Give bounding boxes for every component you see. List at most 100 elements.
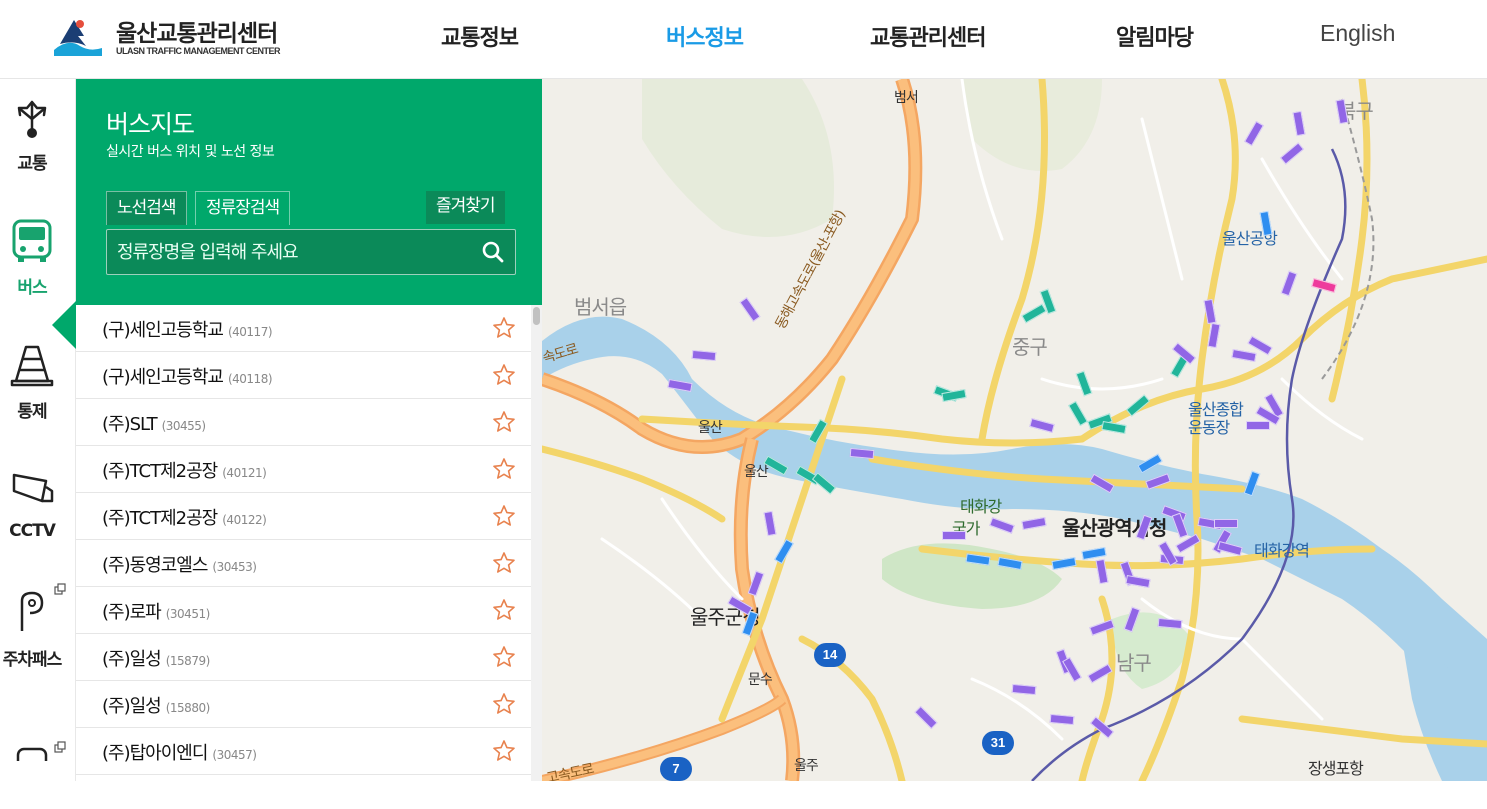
stop-id: (40122) xyxy=(222,513,267,527)
site-logo[interactable]: 울산교통관리센터 ULASN TRAFFIC MANAGEMENT CENTER xyxy=(50,12,310,68)
left-icon-bar: 교통 버스 통제 CCTV 주차패스 xyxy=(0,79,78,781)
logo-icon xyxy=(54,20,102,56)
parking-pass-icon xyxy=(20,591,44,631)
leftbar-label-traffic: 교통 xyxy=(17,154,47,174)
leftbar-item-traffic[interactable]: 교통 xyxy=(0,79,76,189)
nav-traffic-info[interactable]: 교통정보 xyxy=(441,20,519,52)
map-label-ulsan: 울산 xyxy=(698,420,723,436)
star-icon[interactable] xyxy=(492,739,516,763)
list-item[interactable]: (주)TCT제2공장 (40121) xyxy=(76,446,532,493)
stop-name: (구)세인고등학교 xyxy=(102,320,224,341)
top-header: 울산교통관리센터 ULASN TRAFFIC MANAGEMENT CENTER… xyxy=(0,0,1487,79)
star-icon[interactable] xyxy=(492,457,516,481)
stop-name: (주)일성 xyxy=(102,696,162,717)
bus-marker[interactable] xyxy=(1246,421,1270,430)
star-icon[interactable] xyxy=(492,504,516,528)
nav-notice[interactable]: 알림마당 xyxy=(1116,20,1194,52)
list-item[interactable]: (주)탑아이엔디 (30457) xyxy=(76,728,532,775)
bus-marker[interactable] xyxy=(942,531,966,540)
list-item[interactable]: (주)일성 (15880) xyxy=(76,681,532,728)
star-icon[interactable] xyxy=(492,598,516,622)
tab-stop-search[interactable]: 정류장검색 xyxy=(195,191,291,225)
external-link-icon xyxy=(54,583,66,595)
scrollbar-thumb[interactable] xyxy=(533,307,540,325)
list-item[interactable]: (주)일성 (15879) xyxy=(76,634,532,681)
stop-id: (15880) xyxy=(165,701,211,715)
stop-name: (주)동영코엘스 xyxy=(102,555,208,576)
list-item[interactable]: (주)로파 (30451) xyxy=(76,587,532,634)
leftbar-item-bus[interactable]: 버스 xyxy=(0,203,76,313)
stop-name: (주)TCT제2공장 xyxy=(102,508,218,529)
stop-name: (구)세인고등학교 xyxy=(102,367,224,388)
list-item[interactable]: (구)세인고등학교 (40118) xyxy=(76,352,532,399)
active-indicator-arrow xyxy=(52,299,78,351)
leftbar-label-parking-pass: 주차패스 xyxy=(2,650,63,670)
bus-icon xyxy=(12,219,52,262)
route-shield-7: 7 xyxy=(660,757,692,781)
star-icon[interactable] xyxy=(492,316,516,340)
map-label-sports-complex: 울산종합 운동장 xyxy=(1188,400,1244,437)
star-icon[interactable] xyxy=(492,363,516,387)
logo-title: 울산교통관리센터 xyxy=(116,21,278,47)
stop-id: (30451) xyxy=(165,607,211,621)
route-shield-31: 31 xyxy=(982,731,1014,755)
stop-id: (30457) xyxy=(212,748,257,762)
directions-icon xyxy=(17,100,47,138)
star-icon[interactable] xyxy=(492,645,516,669)
panel-title: 버스지도 xyxy=(106,110,195,139)
map-label-jangsaengpo: 장생포항 xyxy=(1308,759,1364,778)
star-icon[interactable] xyxy=(492,410,516,434)
stop-list-scrollbar[interactable] xyxy=(531,305,542,781)
leftbar-label-bus: 버스 xyxy=(17,278,47,298)
nav-traffic-center[interactable]: 교통관리센터 xyxy=(870,20,986,52)
stop-list: (구)세인고등학교 (40117) (구)세인고등학교 (40118) (주)SLT… xyxy=(76,305,542,781)
leftbar-label-control: 통제 xyxy=(17,402,47,422)
stop-id: (40117) xyxy=(227,325,273,339)
stop-id: (15879) xyxy=(165,654,211,668)
leftbar-label-cctv: CCTV xyxy=(9,521,56,541)
map-base xyxy=(542,79,1487,781)
logo-subtitle: ULASN TRAFFIC MANAGEMENT CENTER xyxy=(116,46,281,56)
star-icon[interactable] xyxy=(492,551,516,575)
leftbar-item-extra[interactable] xyxy=(0,699,76,809)
bus-map[interactable]: 범서 범서읍 중구 울산공항 북구 울산 울산 태화강 국가 울산광역시청 울산… xyxy=(542,79,1487,781)
map-label-munsu: 문수 xyxy=(748,672,773,688)
list-item[interactable]: (주)TCT제2공장 (40122) xyxy=(76,493,532,540)
map-label-namgu: 남구 xyxy=(1116,651,1152,675)
stop-id: (40118) xyxy=(227,372,273,386)
nav-bus-info[interactable]: 버스정보 xyxy=(666,20,744,52)
stop-name: (주)일성 xyxy=(102,649,162,670)
traffic-cone-icon xyxy=(10,345,54,387)
map-label-junggu: 중구 xyxy=(1012,335,1048,359)
favorites-button[interactable]: 즐겨찾기 xyxy=(426,191,505,224)
map-label-beomseo: 범서 xyxy=(894,90,919,106)
list-item[interactable]: (구)세인고등학교 (40117) xyxy=(76,305,532,352)
bus-map-panel-header: 버스지도 실시간 버스 위치 및 노선 정보 노선검색 정류장검색 즐겨찾기 xyxy=(76,79,542,305)
stop-id: (30455) xyxy=(161,419,207,433)
list-item[interactable]: (주)SLT (30455) xyxy=(76,399,532,446)
map-label-beomseoeup: 범서읍 xyxy=(574,295,627,319)
map-label-taehwagang-station: 태화강역 xyxy=(1254,541,1310,560)
stop-name: (주)로파 xyxy=(102,602,162,623)
leftbar-item-cctv[interactable]: CCTV xyxy=(0,451,76,561)
stop-id: (40121) xyxy=(222,466,267,480)
map-label-taehwagang: 태화강 xyxy=(960,497,1002,516)
map-label-ulju: 울주 xyxy=(794,758,819,774)
search-icon[interactable] xyxy=(481,240,505,264)
stop-id: (30453) xyxy=(212,560,257,574)
stop-search-input[interactable] xyxy=(107,230,467,274)
stop-name: (주)TCT제2공장 xyxy=(102,461,218,482)
stop-search-box xyxy=(106,229,516,275)
leftbar-item-parking-pass[interactable]: 주차패스 xyxy=(0,575,76,685)
stop-name: (주)탑아이엔디 xyxy=(102,743,208,764)
route-shield-14: 14 xyxy=(814,643,846,667)
star-icon[interactable] xyxy=(492,692,516,716)
panel-subtitle: 실시간 버스 위치 및 노선 정보 xyxy=(106,144,275,160)
tab-route-search[interactable]: 노선검색 xyxy=(106,191,187,225)
external-link-icon xyxy=(54,741,66,753)
list-item[interactable]: (주)동영코엘스 (30453) xyxy=(76,540,532,587)
stop-name: (주)SLT xyxy=(102,414,158,435)
bus-marker[interactable] xyxy=(1214,519,1238,528)
check-badge-icon xyxy=(16,747,48,761)
nav-english[interactable]: English xyxy=(1320,20,1395,47)
